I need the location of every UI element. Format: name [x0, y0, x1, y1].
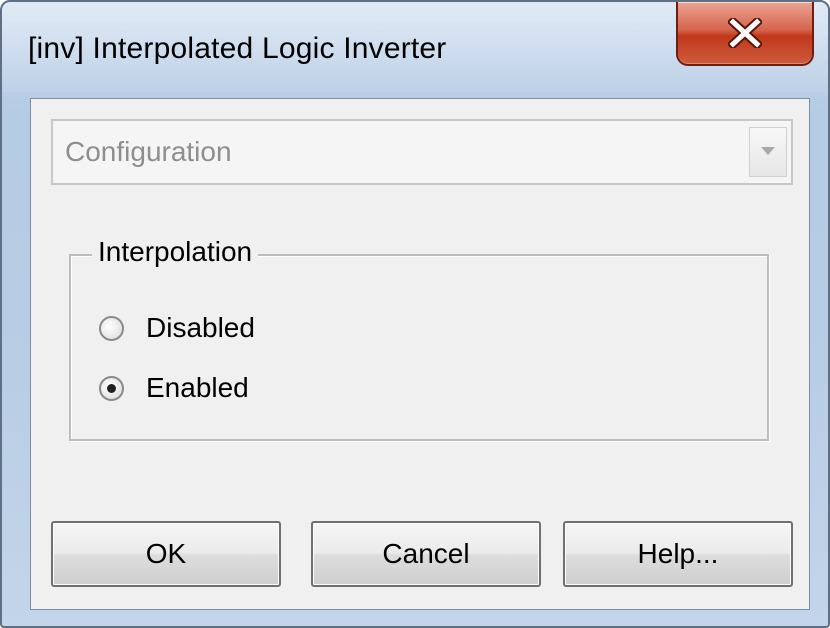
- ok-button[interactable]: OK: [51, 521, 281, 587]
- radio-disabled-label: Disabled: [146, 312, 255, 343]
- dialog-body: Configuration Interpolation Disabled Ena…: [30, 98, 810, 610]
- radio-enabled[interactable]: Enabled: [99, 370, 249, 406]
- help-button[interactable]: Help...: [563, 521, 793, 587]
- dropdown-arrow-button[interactable]: [749, 127, 787, 177]
- interpolation-groupbox: Interpolation Disabled Enabled: [69, 236, 769, 441]
- close-button[interactable]: [676, 2, 814, 66]
- configuration-selected-value: Configuration: [65, 136, 232, 167]
- radio-selected-dot: [107, 383, 116, 393]
- interpolation-legend: Interpolation: [92, 236, 259, 268]
- close-icon: [728, 18, 762, 48]
- chevron-down-icon: [761, 143, 775, 161]
- radio-disabled[interactable]: Disabled: [99, 310, 255, 346]
- cancel-button[interactable]: Cancel: [311, 521, 541, 587]
- window-title: [inv] Interpolated Logic Inverter: [28, 32, 447, 65]
- configuration-dropdown[interactable]: Configuration: [51, 119, 793, 185]
- radio-enabled-label: Enabled: [146, 372, 249, 403]
- radio-button-checked[interactable]: [99, 375, 124, 401]
- radio-button-unchecked[interactable]: [99, 315, 124, 341]
- dialog-window: [inv] Interpolated Logic Inverter Config…: [0, 0, 830, 628]
